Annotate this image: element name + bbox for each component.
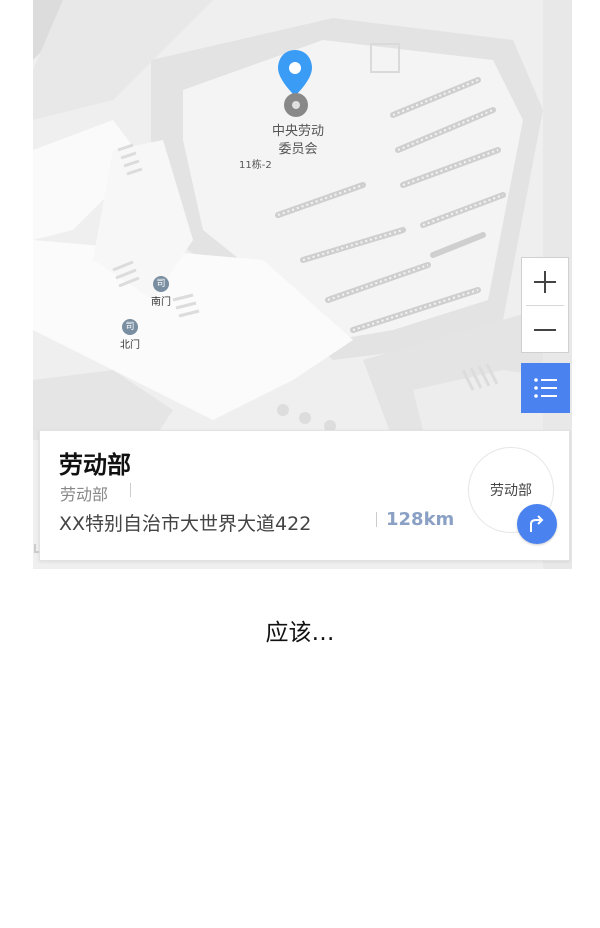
building-label: 11栋-2	[239, 160, 272, 171]
gate-north[interactable]: 司 北门	[115, 319, 145, 351]
gate-label: 北门	[120, 340, 140, 351]
separator	[376, 512, 377, 527]
poi-name[interactable]: 中央劳动 委员会	[258, 123, 338, 159]
plus-icon	[534, 270, 556, 293]
gate-label: 南门	[151, 297, 171, 308]
route-button[interactable]	[517, 504, 557, 544]
list-button[interactable]	[521, 363, 570, 413]
gate-icon: 司	[122, 319, 138, 335]
place-info-card[interactable]: 劳动部 劳动部 XX特别自治市大世界大道422 128km 劳动部	[39, 430, 570, 561]
list-icon	[533, 378, 557, 398]
zoom-in-button[interactable]	[522, 258, 568, 305]
place-title: 劳动部	[59, 451, 131, 479]
zoom-control	[521, 257, 569, 353]
minus-icon	[534, 328, 556, 331]
zoom-out-button[interactable]	[522, 306, 568, 353]
separator	[130, 483, 131, 497]
route-arrow-icon	[530, 515, 544, 532]
place-address: XX特别自治市大世界大道422	[59, 513, 312, 535]
panel-caption: 应该…	[265, 620, 335, 646]
gate-icon: 司	[153, 276, 169, 292]
comic-panel: 中央劳动 委员会 11栋-2 司 南门 司 北门 30m	[0, 0, 600, 928]
place-distance: 128km	[386, 509, 455, 530]
gate-south[interactable]: 司 南门	[146, 276, 176, 308]
thumbnail-label: 劳动部	[490, 483, 532, 499]
place-category: 劳动部	[60, 485, 109, 504]
